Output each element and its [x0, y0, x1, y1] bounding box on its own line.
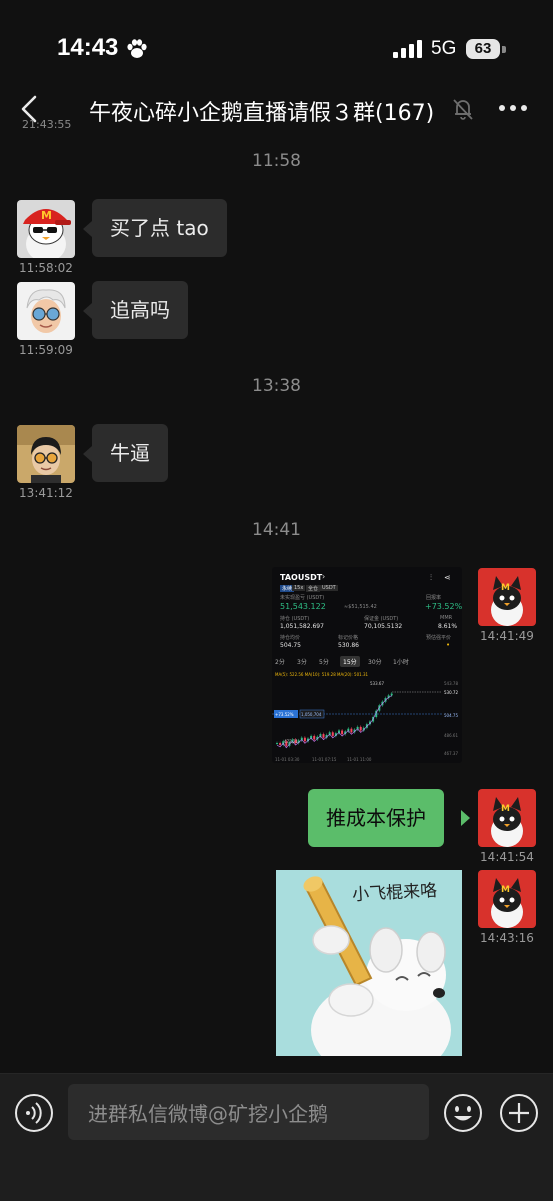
time-separator: 13:38 [252, 376, 301, 396]
input-placeholder: 进群私信微博@矿挖小企鹅 [88, 1102, 328, 1126]
message-time: 11:59:09 [19, 343, 73, 357]
chevron-right-icon: › [322, 572, 326, 581]
message-bubble[interactable]: 买了点 tao [92, 199, 227, 257]
battery-icon: 63 [466, 38, 508, 60]
network-type: 5G [431, 38, 457, 59]
chart-label: 1,050,704 [301, 712, 322, 717]
time-separator: 11:58 [252, 151, 301, 171]
svg-text:M: M [501, 583, 510, 593]
chart-label: +73.52% [275, 712, 294, 717]
share-icon: ⋖ [444, 573, 451, 582]
mute-bell-icon [453, 99, 473, 120]
red-penguin-avatar: M [478, 789, 536, 847]
candle-icon: ⫶ [430, 573, 432, 582]
avatar-red-penguin[interactable]: M [478, 789, 536, 847]
image-message-trading-screenshot[interactable]: TAOUSDT › ⫶ ⋖ 永续 15x 全仓 USDT 未实现盈亏 (USDT… [272, 567, 462, 763]
message-bubble-sent[interactable]: 推成本保护 [308, 789, 444, 847]
svg-text:M: M [41, 209, 52, 222]
mcdonalds-penguin-avatar: M [17, 200, 75, 258]
chart-label: 11-01 07:15 [312, 757, 337, 762]
memoji-avatar [17, 282, 75, 340]
chart-label: 467.37 [444, 751, 458, 756]
message-time: 13:41:12 [19, 486, 73, 500]
avatar-mcdonalds-penguin[interactable]: M [17, 200, 75, 258]
voice-icon[interactable] [14, 1093, 54, 1133]
pair-name: TAOUSDT [280, 573, 323, 582]
status-time: 14:43 [57, 34, 119, 61]
message-time: 14:41:54 [480, 850, 534, 864]
avatar-red-penguin[interactable]: M [478, 568, 536, 626]
message-time: 14:41:49 [480, 629, 534, 643]
avatar-glasses-boy[interactable] [17, 425, 75, 483]
red-penguin-avatar: M [478, 568, 536, 626]
more-icon[interactable] [498, 104, 528, 112]
unrealized-pnl: 51,543.122 [280, 602, 326, 611]
svg-text:M: M [501, 804, 510, 814]
paw-icon [127, 39, 147, 58]
red-penguin-avatar: M [478, 870, 536, 928]
message-bubble[interactable]: 追高吗 [92, 281, 188, 339]
avatar-red-penguin[interactable]: M [478, 870, 536, 928]
time-separator: 14:41 [252, 520, 301, 540]
sticker-message[interactable]: 小飞棍来咯 [276, 870, 462, 1056]
avatar-memoji[interactable] [17, 282, 75, 340]
chart-label: 530.72 [444, 690, 458, 695]
chart-label: 11-01 03:30 [275, 757, 300, 762]
emoji-icon[interactable] [443, 1093, 483, 1133]
plus-icon[interactable] [499, 1093, 539, 1133]
chart-label: 504.75 [444, 713, 458, 718]
message-time: 14:43:16 [480, 931, 534, 945]
message-time: 11:58:02 [19, 261, 73, 275]
cut-off-timestamp: 21:43:55 [22, 118, 72, 131]
chart-label: 543.78 [444, 681, 458, 686]
chart-label: 486.61 [444, 733, 458, 738]
battery-level: 63 [474, 40, 492, 57]
signal-icon [393, 40, 422, 58]
dog-with-bat-sticker: 小飞棍来咯 [276, 870, 462, 1056]
chat-title[interactable]: 午夜心碎小企鹅直播请假３群(167) [89, 95, 434, 127]
price-chart: +73.52% 1,050,704 543.78 533.67 530.72 5… [272, 681, 458, 762]
message-bubble[interactable]: 牛逼 [92, 424, 168, 482]
svg-text:M: M [501, 885, 510, 895]
chart-label: 473.21 [284, 739, 298, 744]
return-rate: +73.52% [425, 602, 462, 611]
chart-label: 533.67 [370, 681, 384, 686]
glasses-boy-avatar [17, 425, 75, 483]
chart-label: 11-01 11:00 [347, 757, 372, 762]
